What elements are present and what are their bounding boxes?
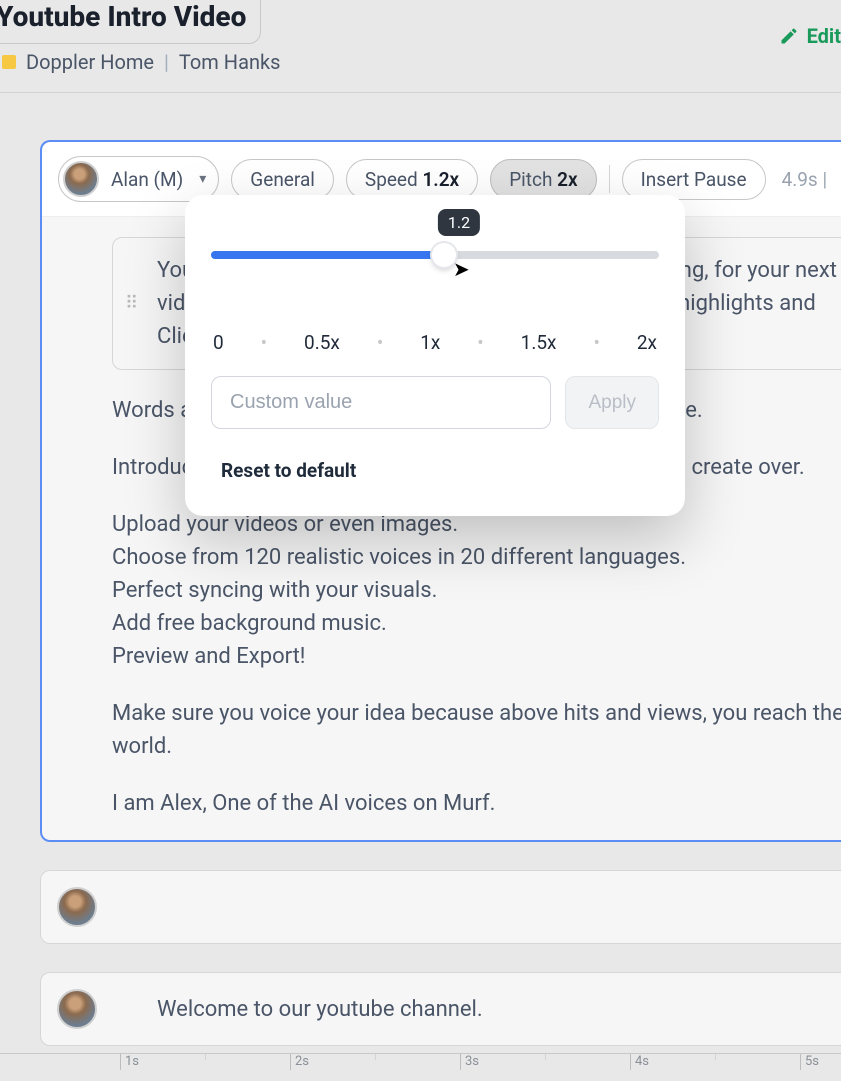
chevron-down-icon: ▾ xyxy=(199,171,206,187)
tick-label: 1x xyxy=(420,331,440,354)
timeline-ruler[interactable]: 1s 2s 3s 4s 5s xyxy=(0,1053,841,1081)
page-title: Youtube Intro Video xyxy=(0,0,246,39)
breadcrumb-owner[interactable]: Tom Hanks xyxy=(179,50,281,74)
avatar xyxy=(57,887,97,927)
drag-handle-icon[interactable]: ⠿ xyxy=(125,300,140,308)
list-line: Preview and Export! xyxy=(112,640,841,673)
paragraph[interactable]: I am Alex, One of the AI voices on Murf. xyxy=(112,787,841,820)
time-mark: 2s xyxy=(290,1054,309,1070)
toolbar-divider xyxy=(609,165,610,193)
speed-slider[interactable]: 1.2 ➤ xyxy=(211,223,659,283)
pencil-icon xyxy=(779,26,799,46)
pitch-value: 2x xyxy=(557,168,577,191)
block-duration: 4.9s | xyxy=(778,168,828,191)
voice-name: Alan (M) xyxy=(111,168,183,191)
time-tick xyxy=(715,1054,720,1060)
slider-tooltip: 1.2 xyxy=(438,209,480,236)
block-text: Welcome to our youtube channel. xyxy=(157,997,483,1022)
paragraph-list[interactable]: Upload your videos or even images. Choos… xyxy=(112,508,841,673)
time-mark: 1s xyxy=(120,1054,139,1070)
speed-popover: 1.2 ➤ 0 • 0.5x • 1x • 1.5x • 2x Apply Re… xyxy=(185,195,685,516)
slider-fill xyxy=(211,251,444,259)
tick-dot: • xyxy=(477,331,483,354)
pitch-label: Pitch xyxy=(509,168,552,191)
custom-value-input[interactable] xyxy=(211,376,551,429)
slider-thumb[interactable] xyxy=(432,243,456,267)
speed-pill[interactable]: Speed 1.2x xyxy=(346,159,478,200)
tick-dot: • xyxy=(377,331,383,354)
pitch-pill[interactable]: Pitch 2x xyxy=(490,159,596,200)
time-mark: 4s xyxy=(630,1054,649,1070)
edit-label: Edit xyxy=(807,24,841,48)
edit-button[interactable]: Edit xyxy=(779,24,841,48)
time-mark: 5s xyxy=(800,1054,819,1070)
paragraph[interactable]: Make sure you voice your idea because ab… xyxy=(112,697,841,763)
tick-label: 0.5x xyxy=(304,331,340,354)
time-tick xyxy=(545,1054,550,1060)
cursor-icon: ➤ xyxy=(453,257,470,281)
time-tick xyxy=(375,1054,380,1060)
tick-dot: • xyxy=(593,331,599,354)
speed-label: Speed xyxy=(365,168,418,191)
slider-ticks: 0 • 0.5x • 1x • 1.5x • 2x xyxy=(211,331,659,354)
apply-button[interactable]: Apply xyxy=(565,376,659,429)
tick-dot: • xyxy=(261,331,267,354)
breadcrumb: Doppler Home | Tom Hanks xyxy=(0,44,841,92)
insert-pause-pill[interactable]: Insert Pause xyxy=(622,159,766,200)
general-pill[interactable]: General xyxy=(231,159,334,200)
list-line: Perfect syncing with your visuals. xyxy=(112,574,841,607)
tick-label: 2x xyxy=(637,331,657,354)
time-tick xyxy=(205,1054,210,1060)
breadcrumb-separator: | xyxy=(164,50,169,74)
voice-block[interactable]: Welcome to our youtube channel. xyxy=(40,972,841,1046)
list-line: Choose from 120 realistic voices in 20 d… xyxy=(112,541,841,574)
voice-block-empty[interactable] xyxy=(40,870,841,944)
reset-default-link[interactable]: Reset to default xyxy=(211,459,659,482)
tick-label: 1.5x xyxy=(521,331,557,354)
list-line: Add free background music. xyxy=(112,607,841,640)
folder-icon xyxy=(2,55,16,69)
speed-value: 1.2x xyxy=(422,168,459,191)
avatar xyxy=(63,161,99,197)
avatar xyxy=(57,989,97,1029)
voice-selector[interactable]: Alan (M) ▾ xyxy=(58,156,219,202)
breadcrumb-folder[interactable]: Doppler Home xyxy=(26,50,154,74)
tick-label: 0 xyxy=(213,331,224,354)
time-mark: 3s xyxy=(460,1054,479,1070)
